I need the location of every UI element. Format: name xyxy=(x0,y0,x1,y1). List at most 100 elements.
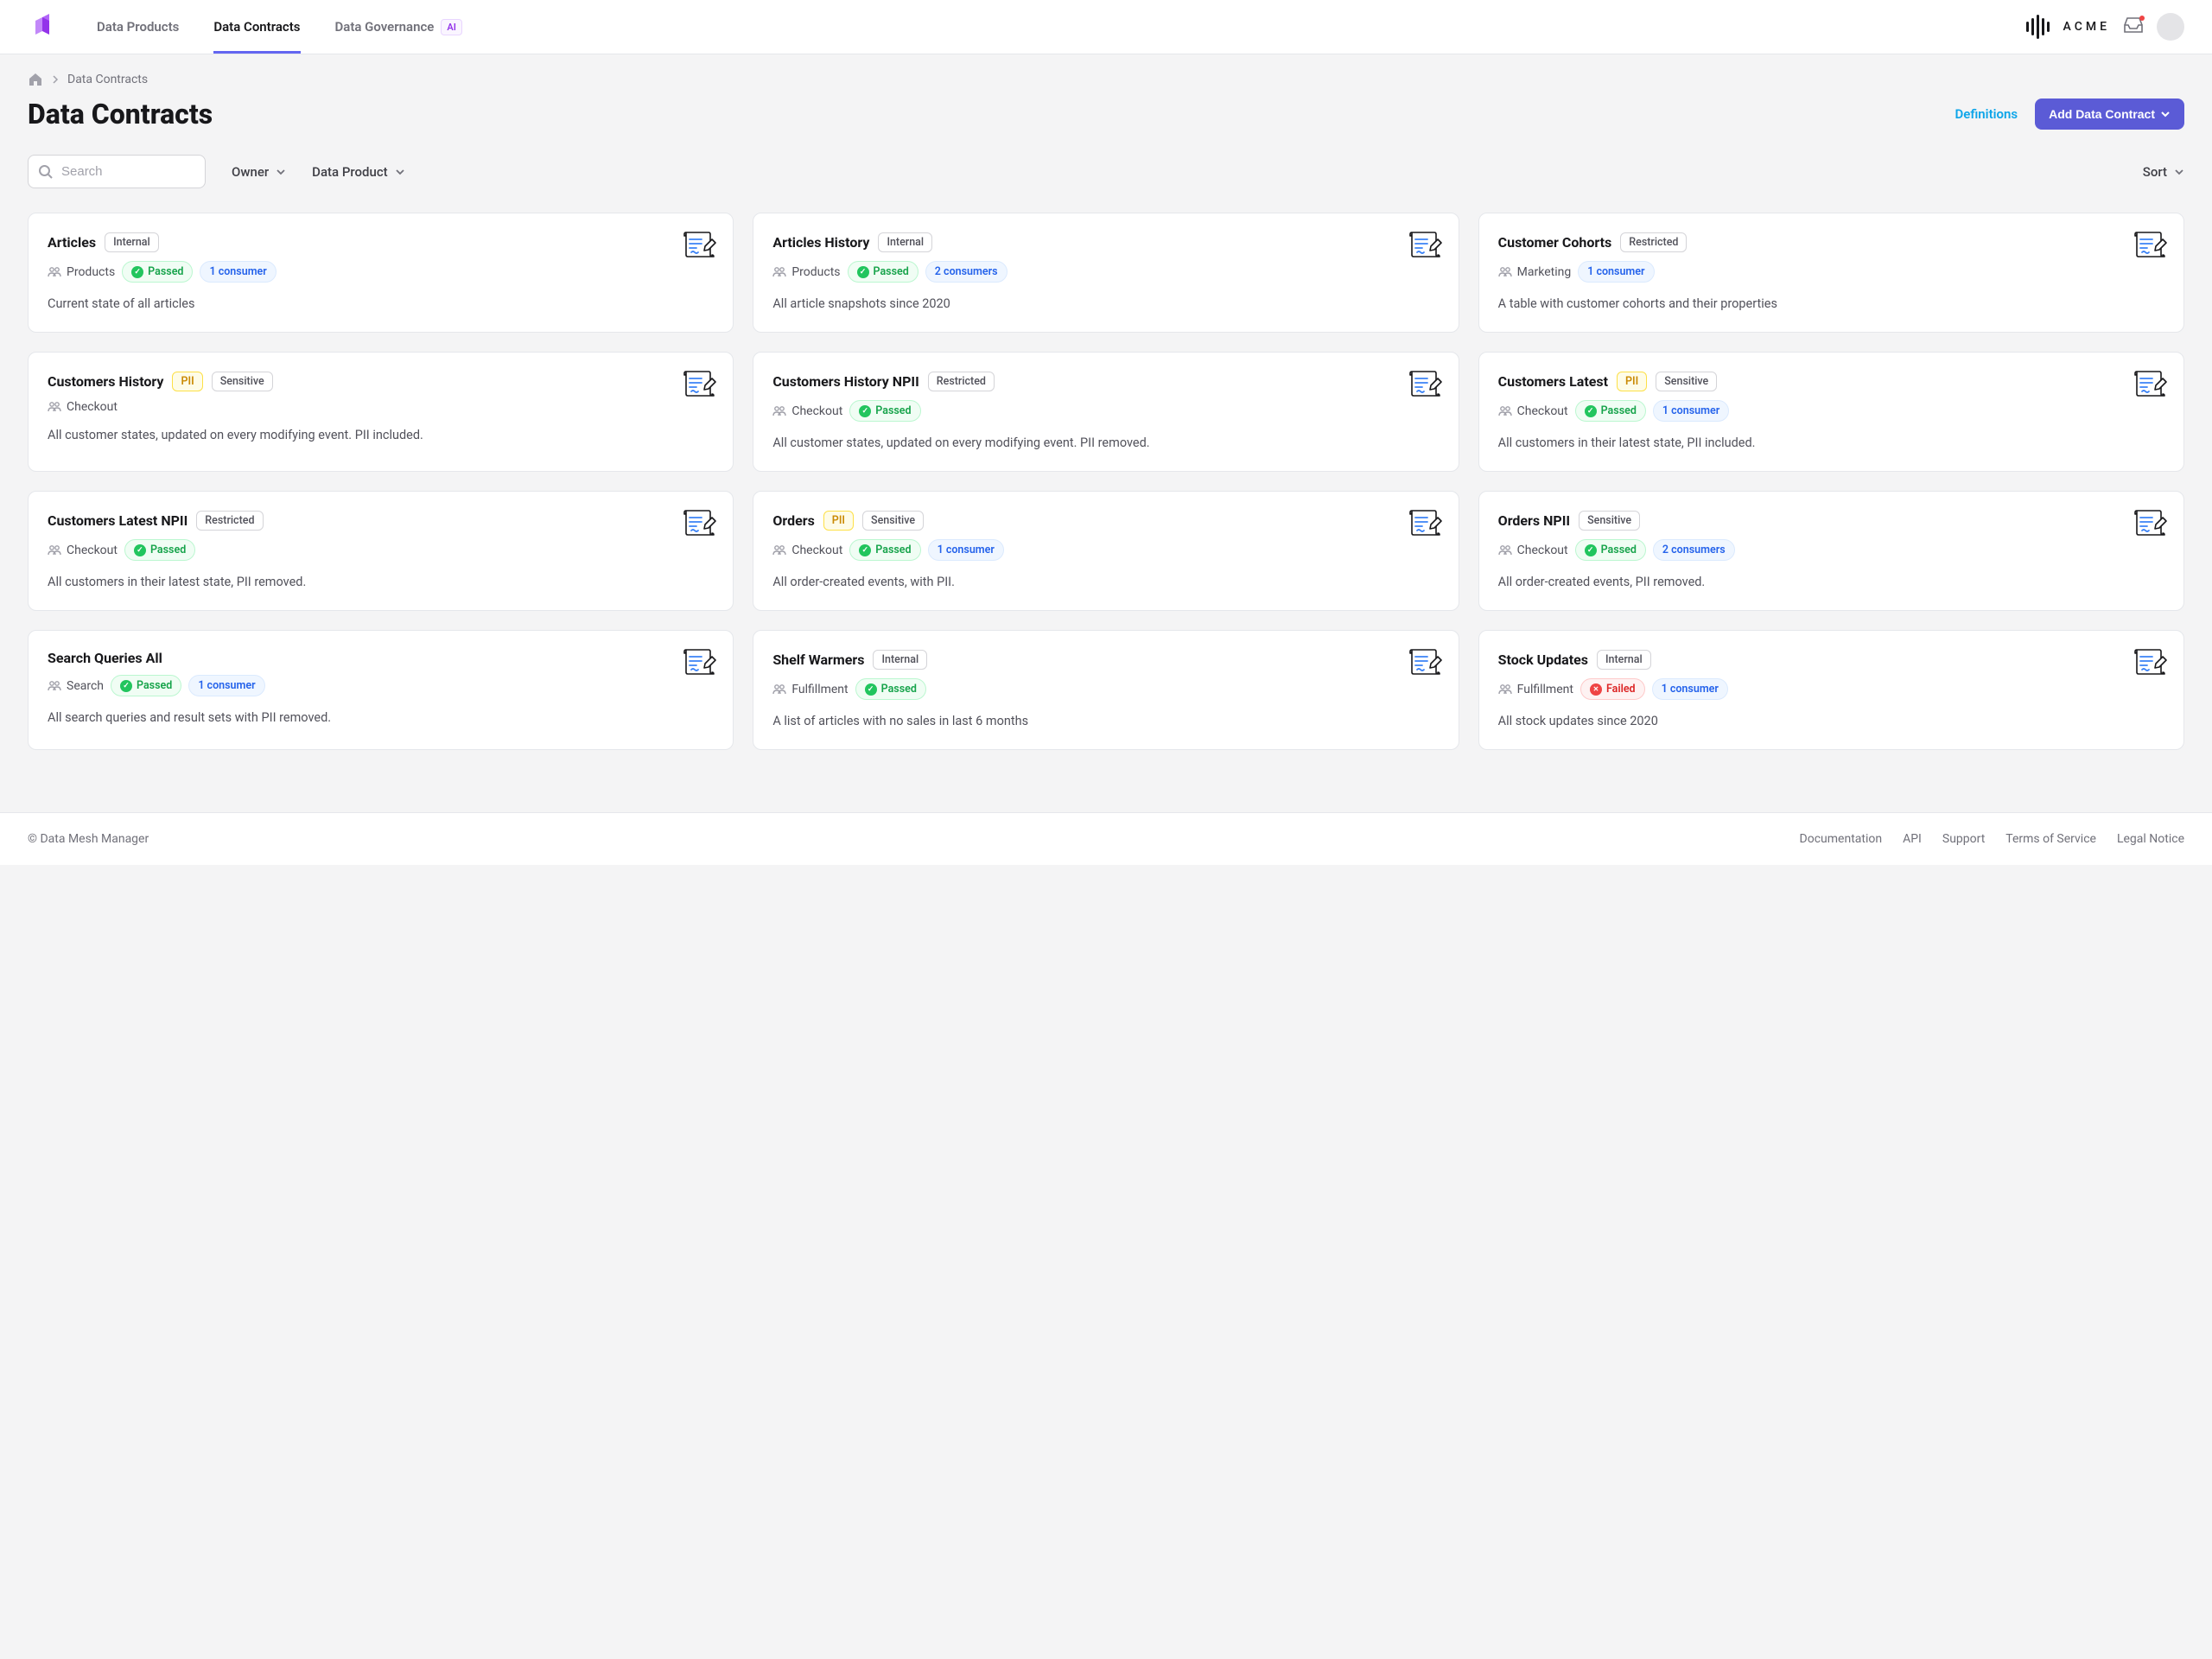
tag-pii: PII xyxy=(1617,372,1647,391)
tag-restricted: Restricted xyxy=(196,511,263,531)
contract-card[interactable]: Customers Latest NPIIRestrictedCheckoutP… xyxy=(28,491,734,611)
tab-data-governance-label: Data Governance xyxy=(335,19,435,35)
status-dot-icon xyxy=(1590,683,1602,696)
card-title: Customer Cohorts xyxy=(1498,234,1612,251)
tab-data-products[interactable]: Data Products xyxy=(97,0,179,54)
nav-right: ACME xyxy=(2026,13,2184,41)
contract-card[interactable]: Stock UpdatesInternalFulfillmentFailed1 … xyxy=(1478,630,2184,750)
card-title: Shelf Warmers xyxy=(772,652,864,668)
org-name[interactable]: ACME xyxy=(2063,20,2110,34)
team: Checkout xyxy=(48,400,118,414)
data-product-filter[interactable]: Data Product xyxy=(312,164,405,180)
tag-internal: Internal xyxy=(105,232,159,252)
card-title: Orders xyxy=(772,512,814,529)
add-button-label: Add Data Contract xyxy=(2049,107,2155,121)
status-dot-icon xyxy=(859,405,871,417)
sort-label: Sort xyxy=(2143,164,2167,180)
definitions-link[interactable]: Definitions xyxy=(1955,106,2018,122)
tag-restricted: Restricted xyxy=(928,372,995,391)
team-name: Products xyxy=(791,265,840,279)
home-icon[interactable] xyxy=(28,72,43,87)
footer-link[interactable]: API xyxy=(1903,832,1922,846)
contract-card[interactable]: Customers History NPIIRestrictedCheckout… xyxy=(753,352,1459,472)
card-description: All order-created events, with PII. xyxy=(772,573,1439,591)
card-title: Articles History xyxy=(772,234,869,251)
contract-icon xyxy=(2132,229,2168,265)
status-passed: Passed xyxy=(849,539,920,561)
status-passed: Passed xyxy=(848,261,918,283)
contract-card[interactable]: OrdersPIISensitiveCheckoutPassed1 consum… xyxy=(753,491,1459,611)
status-passed: Passed xyxy=(124,539,195,561)
card-description: All customer states, updated on every mo… xyxy=(772,434,1439,452)
footer-link[interactable]: Documentation xyxy=(1800,832,1883,846)
team: Products xyxy=(48,265,115,279)
team: Search xyxy=(48,679,104,693)
card-description: All article snapshots since 2020 xyxy=(772,295,1439,313)
status-passed: Passed xyxy=(1575,539,1646,561)
card-description: All stock updates since 2020 xyxy=(1498,712,2164,730)
team-name: Checkout xyxy=(1517,543,1568,557)
owner-filter[interactable]: Owner xyxy=(232,164,286,180)
consumers-pill: 2 consumers xyxy=(1653,539,1735,561)
team: Checkout xyxy=(1498,543,1568,557)
status-dot-icon xyxy=(865,683,877,696)
chevron-right-icon xyxy=(52,74,59,85)
team-name: Search xyxy=(67,679,104,693)
tab-data-governance[interactable]: Data Governance AI xyxy=(335,0,462,54)
status-dot-icon xyxy=(120,680,132,692)
status-dot-icon xyxy=(134,544,146,556)
tag-restricted: Restricted xyxy=(1620,232,1687,252)
tag-sensitive: Sensitive xyxy=(862,511,924,531)
sort-dropdown[interactable]: Sort xyxy=(2143,164,2184,180)
search-input[interactable] xyxy=(28,155,206,188)
contract-card[interactable]: Customer CohortsRestrictedMarketing1 con… xyxy=(1478,213,2184,333)
footer-link[interactable]: Terms of Service xyxy=(2005,832,2096,846)
nav-tabs: Data Products Data Contracts Data Govern… xyxy=(97,0,462,54)
footer-link[interactable]: Legal Notice xyxy=(2117,832,2184,846)
avatar[interactable] xyxy=(2157,13,2184,41)
app-logo[interactable] xyxy=(28,10,62,44)
consumers-pill: 1 consumer xyxy=(188,675,264,696)
tab-data-contracts[interactable]: Data Contracts xyxy=(213,0,300,54)
card-description: All search queries and result sets with … xyxy=(48,709,714,727)
status-dot-icon xyxy=(1585,544,1597,556)
tag-internal: Internal xyxy=(878,232,932,252)
team: Checkout xyxy=(1498,404,1568,418)
owner-filter-label: Owner xyxy=(232,164,269,180)
card-description: A list of articles with no sales in last… xyxy=(772,712,1439,730)
chevron-down-icon xyxy=(2160,109,2171,119)
contract-card[interactable]: Articles HistoryInternalProductsPassed2 … xyxy=(753,213,1459,333)
add-data-contract-button[interactable]: Add Data Contract xyxy=(2035,99,2184,130)
inbox-icon[interactable] xyxy=(2124,17,2143,36)
contract-card[interactable]: ArticlesInternalProductsPassed1 consumer… xyxy=(28,213,734,333)
team-name: Marketing xyxy=(1517,265,1572,279)
contract-icon xyxy=(2132,368,2168,404)
footer-links: Documentation API Support Terms of Service L… xyxy=(1800,832,2184,846)
card-description: All customers in their latest state, PII… xyxy=(1498,434,2164,452)
chevron-down-icon xyxy=(395,167,405,177)
contract-icon xyxy=(1407,646,1443,683)
contract-card[interactable]: Search Queries AllSearchPassed1 consumer… xyxy=(28,630,734,750)
contract-card[interactable]: Orders NPIISensitiveCheckoutPassed2 cons… xyxy=(1478,491,2184,611)
contract-icon xyxy=(2132,507,2168,543)
team-name: Checkout xyxy=(791,543,842,557)
footer-link[interactable]: Support xyxy=(1942,832,1985,846)
contract-card[interactable]: Customers HistoryPIISensitiveCheckoutAll… xyxy=(28,352,734,472)
team-name: Fulfillment xyxy=(791,683,848,696)
chevron-down-icon xyxy=(276,167,286,177)
team: Fulfillment xyxy=(1498,683,1573,696)
consumers-pill: 1 consumer xyxy=(928,539,1004,561)
contract-card[interactable]: Customers LatestPIISensitiveCheckoutPass… xyxy=(1478,352,2184,472)
contract-card[interactable]: Shelf WarmersInternalFulfillmentPassedA … xyxy=(753,630,1459,750)
search-box xyxy=(28,155,206,188)
consumers-pill: 1 consumer xyxy=(200,261,276,283)
status-passed: Passed xyxy=(849,400,920,422)
ai-badge: AI xyxy=(441,19,462,35)
page-title: Data Contracts xyxy=(28,98,213,130)
data-product-filter-label: Data Product xyxy=(312,164,388,180)
tag-internal: Internal xyxy=(873,650,927,670)
tag-sensitive: Sensitive xyxy=(1656,372,1717,391)
footer-copyright: © Data Mesh Manager xyxy=(28,832,149,846)
notification-dot xyxy=(2139,16,2145,21)
sound-wave-icon[interactable] xyxy=(2026,16,2050,37)
